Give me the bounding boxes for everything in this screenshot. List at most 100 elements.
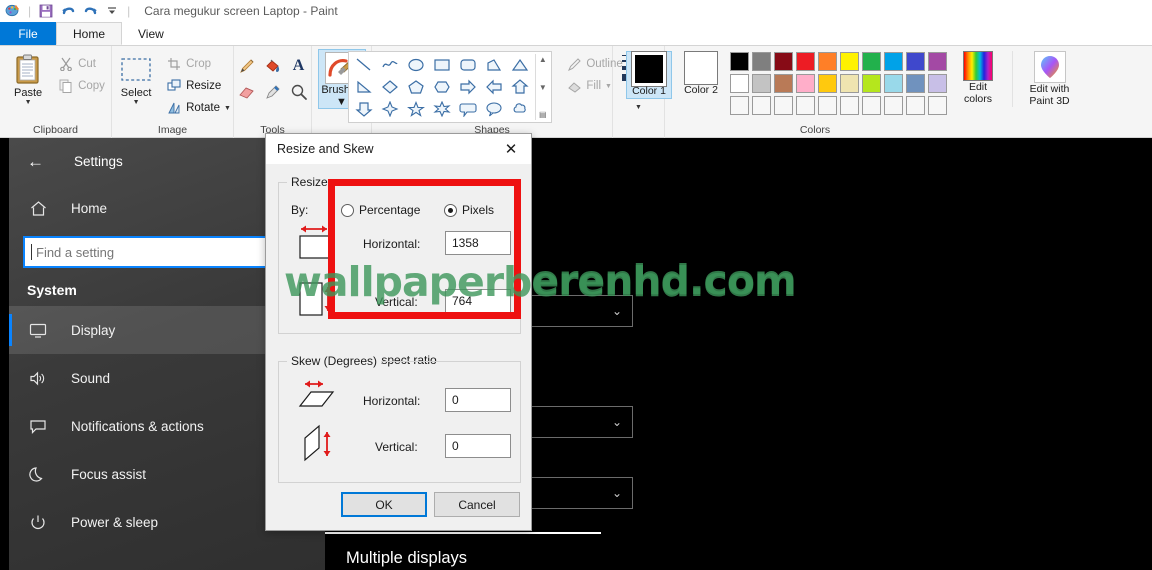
palette-swatch[interactable] bbox=[774, 52, 793, 71]
shape-rectangle-icon[interactable] bbox=[429, 54, 455, 76]
fill-caret-icon[interactable]: ▼ bbox=[605, 83, 612, 90]
settings-dropdown-3[interactable]: ⌄ bbox=[528, 477, 633, 509]
palette-swatch[interactable] bbox=[730, 74, 749, 93]
shape-rounded-callout-icon[interactable] bbox=[455, 98, 481, 120]
brushes-caret-icon[interactable]: ▼ bbox=[336, 96, 347, 108]
settings-dropdown-2[interactable]: ⌄ bbox=[528, 406, 633, 438]
palette-swatch[interactable] bbox=[818, 74, 837, 93]
select-caret-icon[interactable]: ▼ bbox=[133, 99, 140, 106]
palette-swatch[interactable] bbox=[796, 74, 815, 93]
shape-oval-callout-icon[interactable] bbox=[481, 98, 507, 120]
palette-swatch[interactable] bbox=[928, 74, 947, 93]
color1-button[interactable]: Color 1 bbox=[626, 51, 672, 99]
palette-swatch[interactable] bbox=[840, 52, 859, 71]
copy-button[interactable]: Copy bbox=[56, 76, 107, 96]
palette-swatch[interactable] bbox=[818, 96, 837, 115]
rotate-caret-icon[interactable]: ▼ bbox=[224, 105, 231, 112]
shape-line-icon[interactable] bbox=[351, 54, 377, 76]
shapes-grid bbox=[351, 54, 533, 120]
settings-dropdown-1[interactable]: ⌄ bbox=[528, 295, 633, 327]
shape-left-arrow-icon[interactable] bbox=[481, 76, 507, 98]
paint-logo-icon[interactable] bbox=[4, 2, 22, 20]
horizontal-skew-icon bbox=[297, 378, 343, 423]
tab-file[interactable]: File bbox=[0, 22, 56, 45]
palette-swatch[interactable] bbox=[862, 52, 881, 71]
palette-swatch[interactable] bbox=[752, 52, 771, 71]
shape-oval-icon[interactable] bbox=[403, 54, 429, 76]
ok-button[interactable]: OK bbox=[341, 492, 427, 517]
palette-swatch[interactable] bbox=[774, 74, 793, 93]
palette-swatch[interactable] bbox=[840, 74, 859, 93]
undo-icon[interactable] bbox=[59, 2, 77, 20]
palette-swatch[interactable] bbox=[840, 96, 859, 115]
paint-canvas[interactable]: ← Settings Home Find a setting System Di… bbox=[0, 138, 1152, 570]
shape-five-point-star-icon[interactable] bbox=[403, 98, 429, 120]
shape-polygon-icon[interactable] bbox=[481, 54, 507, 76]
shape-hexagon-icon[interactable] bbox=[429, 76, 455, 98]
palette-swatch[interactable] bbox=[862, 74, 881, 93]
fill-bucket-icon[interactable] bbox=[260, 53, 286, 79]
shape-right-triangle-icon[interactable] bbox=[351, 76, 377, 98]
pencil-icon[interactable] bbox=[234, 53, 260, 79]
shapes-scroll-up-icon[interactable]: ▲ bbox=[539, 55, 547, 64]
eraser-icon[interactable] bbox=[234, 79, 260, 105]
shape-triangle-icon[interactable] bbox=[507, 54, 533, 76]
shapes-gallery[interactable]: ▲ ▼ ▤ bbox=[348, 51, 553, 123]
palette-swatch[interactable] bbox=[752, 74, 771, 93]
shape-rounded-rectangle-icon[interactable] bbox=[455, 54, 481, 76]
shape-curve-icon[interactable] bbox=[377, 54, 403, 76]
shape-four-point-star-icon[interactable] bbox=[377, 98, 403, 120]
cancel-button[interactable]: Cancel bbox=[434, 492, 520, 517]
palette-swatch[interactable] bbox=[818, 52, 837, 71]
edit-with-paint3d-button[interactable]: Edit with Paint 3D bbox=[1012, 51, 1074, 108]
color-picker-icon[interactable] bbox=[260, 79, 286, 105]
palette-swatch[interactable] bbox=[884, 74, 903, 93]
tab-home[interactable]: Home bbox=[56, 22, 123, 45]
palette-swatch[interactable] bbox=[884, 96, 903, 115]
cut-button[interactable]: Cut bbox=[56, 54, 107, 74]
close-icon[interactable]: ✕ bbox=[491, 134, 531, 164]
color2-button[interactable]: Color 2 bbox=[678, 51, 724, 97]
crop-button[interactable]: Crop bbox=[164, 54, 233, 74]
palette-swatch[interactable] bbox=[906, 52, 925, 71]
shape-pentagon-icon[interactable] bbox=[403, 76, 429, 98]
edit-colors-button[interactable]: Edit colors bbox=[956, 51, 1000, 105]
palette-swatch[interactable] bbox=[796, 96, 815, 115]
tab-view[interactable]: View bbox=[122, 22, 180, 45]
shape-cloud-callout-icon[interactable] bbox=[507, 98, 533, 120]
skew-vertical-input[interactable]: 0 bbox=[445, 434, 511, 458]
palette-swatch[interactable] bbox=[884, 52, 903, 71]
resize-button[interactable]: Resize bbox=[164, 76, 233, 96]
paste-button[interactable]: Paste ▼ bbox=[4, 51, 52, 106]
palette-swatch[interactable] bbox=[730, 96, 749, 115]
palette-swatch[interactable] bbox=[796, 52, 815, 71]
rotate-button[interactable]: Rotate ▼ bbox=[164, 98, 233, 118]
paste-caret-icon[interactable]: ▼ bbox=[25, 99, 32, 106]
palette-swatch[interactable] bbox=[906, 96, 925, 115]
shape-down-arrow-icon[interactable] bbox=[351, 98, 377, 120]
palette-swatch[interactable] bbox=[906, 74, 925, 93]
shape-six-point-star-icon[interactable] bbox=[429, 98, 455, 120]
ribbon-group-colors: Color 1 Color 2 Edit colors Edit with Pa… bbox=[626, 46, 1070, 138]
palette-swatch[interactable] bbox=[928, 52, 947, 71]
palette-swatch[interactable] bbox=[774, 96, 793, 115]
redo-icon[interactable] bbox=[81, 2, 99, 20]
back-arrow-icon[interactable]: ← bbox=[27, 153, 44, 170]
shapes-scroll-down-icon[interactable]: ▼ bbox=[539, 83, 547, 92]
shape-diamond-icon[interactable] bbox=[377, 76, 403, 98]
customize-qat-icon[interactable] bbox=[103, 2, 121, 20]
shapes-scroll-controls[interactable]: ▲ ▼ ▤ bbox=[535, 54, 549, 120]
skew-horizontal-input[interactable]: 0 bbox=[445, 388, 511, 412]
palette-swatch[interactable] bbox=[862, 96, 881, 115]
color-palette[interactable] bbox=[730, 51, 950, 118]
select-button[interactable]: Select ▼ bbox=[112, 51, 160, 106]
shape-up-arrow-icon[interactable] bbox=[507, 76, 533, 98]
palette-swatch[interactable] bbox=[928, 96, 947, 115]
shapes-expand-icon[interactable]: ▤ bbox=[539, 110, 547, 119]
save-icon[interactable] bbox=[37, 2, 55, 20]
palette-swatch[interactable] bbox=[730, 52, 749, 71]
magnifier-icon[interactable] bbox=[286, 79, 312, 105]
palette-swatch[interactable] bbox=[752, 96, 771, 115]
shape-right-arrow-icon[interactable] bbox=[455, 76, 481, 98]
text-icon[interactable]: A bbox=[286, 53, 312, 79]
